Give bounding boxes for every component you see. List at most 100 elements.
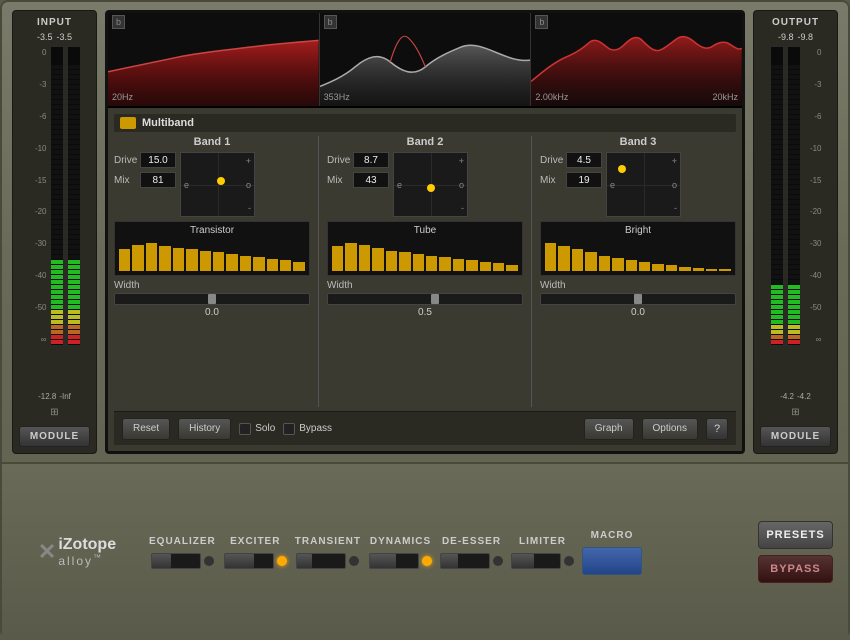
main-container: INPUT -3.5 -3.5 0-3-6-10-15-20-30-40-50∞ (0, 0, 850, 638)
module-de-esser-slider[interactable] (440, 553, 490, 569)
band1-width-thumb (208, 294, 216, 304)
band2-mix-value[interactable]: 43 (353, 172, 389, 188)
multiband-header: Multiband (114, 114, 736, 132)
spectrum-band-1: b 20Hz (108, 13, 320, 106)
module-macro-button[interactable] (582, 547, 642, 575)
band1-width-section: Width 0.0 (114, 280, 310, 318)
module-equalizer-led[interactable] (204, 556, 214, 566)
presets-button[interactable]: PRESETS (758, 521, 833, 549)
bypass-label: Bypass (299, 423, 332, 434)
solo-checkbox-item: Solo (239, 423, 275, 435)
input-meter-left (50, 46, 64, 346)
band2-xy-e: e (397, 180, 402, 190)
input-bottom-right: -Inf (59, 392, 71, 401)
options-button[interactable]: Options (642, 418, 698, 440)
module-limiter-slider[interactable] (511, 553, 561, 569)
band1-width-label: Width (114, 280, 310, 291)
band2-title: Band 2 (327, 136, 523, 148)
band1-xy-dot (217, 177, 225, 185)
output-db-left: -9.8 (778, 32, 794, 42)
module-dynamics: DYNAMICS (369, 536, 432, 569)
band1-width-value: 0.0 (114, 307, 310, 318)
input-db-right: -3.5 (57, 32, 73, 42)
multiband-color-indicator (120, 117, 136, 129)
band2-xy-pad[interactable]: e o + - (393, 152, 468, 217)
bypass-checkbox[interactable] (283, 423, 295, 435)
band1-mix-label: Mix (114, 175, 136, 186)
band1-drive-row: Drive 15.0 (114, 152, 176, 168)
solo-label: Solo (255, 423, 275, 434)
band2-mix-row: Mix 43 (327, 172, 389, 188)
side-buttons: PRESETS BYPASS (758, 521, 833, 583)
history-button[interactable]: History (178, 418, 231, 440)
input-module-button[interactable]: MODULE (19, 426, 90, 447)
band1-mix-value[interactable]: 81 (140, 172, 176, 188)
band3-width-slider[interactable] (540, 293, 736, 305)
band3-xy-pad[interactable]: e o + - (606, 152, 681, 217)
output-scale: 0-3-6-10-15-20-30-40-50∞ (804, 46, 822, 346)
module-exciter: EXCITER (224, 536, 287, 569)
module-equalizer-slider[interactable] (151, 553, 201, 569)
band2-xy-dot (427, 184, 435, 192)
module-transient-led[interactable] (349, 556, 359, 566)
band2-saturator: Tube (327, 221, 523, 276)
output-module-button[interactable]: MODULE (760, 426, 831, 447)
band2-controls: Drive 8.7 Mix 43 (327, 152, 523, 217)
band1-xy-minus: - (248, 203, 251, 213)
band1-column: Band 1 Drive 15.0 Mix 81 (114, 136, 310, 407)
module-macro-controls (582, 547, 642, 575)
band3-title: Band 3 (540, 136, 736, 148)
module-macro: MACRO (582, 530, 642, 575)
band2-width-slider[interactable] (327, 293, 523, 305)
band2-saturator-label: Tube (414, 225, 436, 236)
bypass-checkbox-item: Bypass (283, 423, 332, 435)
module-dynamics-controls (369, 553, 432, 569)
graph-button[interactable]: Graph (584, 418, 634, 440)
band3-saturator-label: Bright (625, 225, 651, 236)
module-limiter-led[interactable] (564, 556, 574, 566)
multiband-label: Multiband (142, 117, 194, 129)
logo-izotope: iZotope (58, 537, 116, 553)
module-de-esser-controls (440, 553, 503, 569)
module-exciter-slider[interactable] (224, 553, 274, 569)
band3-xy-grid-v (644, 153, 645, 216)
band3-width-section: Width 0.0 (540, 280, 736, 318)
band3-width-thumb (634, 294, 642, 304)
module-de-esser-led[interactable] (493, 556, 503, 566)
module-exciter-led[interactable] (277, 556, 287, 566)
output-bottom-right: -4.2 (797, 392, 811, 401)
solo-checkbox[interactable] (239, 423, 251, 435)
band1-width-slider[interactable] (114, 293, 310, 305)
band3-xy-o: o (672, 180, 677, 190)
band3-drive-value[interactable]: 4.5 (566, 152, 602, 168)
module-dynamics-led[interactable] (422, 556, 432, 566)
reset-button[interactable]: Reset (122, 418, 170, 440)
module-transient-slider[interactable] (296, 553, 346, 569)
input-scale: 0-3-6-10-15-20-30-40-50∞ (29, 46, 47, 346)
module-equalizer: EQUALIZER (149, 536, 216, 569)
meter-link-icon: ⊞ (50, 407, 58, 418)
band4-freq: 20kHz (713, 92, 739, 102)
band3-drive-row: Drive 4.5 (540, 152, 602, 168)
band2-xy-o: o (459, 180, 464, 190)
band1-xy-pad[interactable]: e o + - (180, 152, 255, 217)
band2-drive-value[interactable]: 8.7 (353, 152, 389, 168)
band3-mix-value[interactable]: 19 (566, 172, 602, 188)
bypass-button[interactable]: BYPASS (758, 555, 833, 583)
module-dynamics-slider[interactable] (369, 553, 419, 569)
band1-drive-value[interactable]: 15.0 (140, 152, 176, 168)
band3-width-label: Width (540, 280, 736, 291)
module-de-esser-label: DE-ESSER (442, 536, 501, 547)
spectrum-area: b 20Hz b (108, 13, 742, 108)
band2-xy-minus: - (461, 203, 464, 213)
input-meter-panel: INPUT -3.5 -3.5 0-3-6-10-15-20-30-40-50∞ (12, 10, 97, 454)
band2-drive-row: Drive 8.7 (327, 152, 389, 168)
band2-freq: 353Hz (324, 92, 350, 102)
help-button[interactable]: ? (706, 418, 728, 440)
input-label: INPUT (37, 17, 72, 28)
band3-mix-row: Mix 19 (540, 172, 602, 188)
band3-drive-label: Drive (540, 155, 562, 166)
modules-row: EQUALIZER EXCITER (149, 530, 746, 575)
logo-x-icon: ✕ (38, 539, 56, 565)
band3-drive-mix: Drive 4.5 Mix 19 (540, 152, 602, 217)
